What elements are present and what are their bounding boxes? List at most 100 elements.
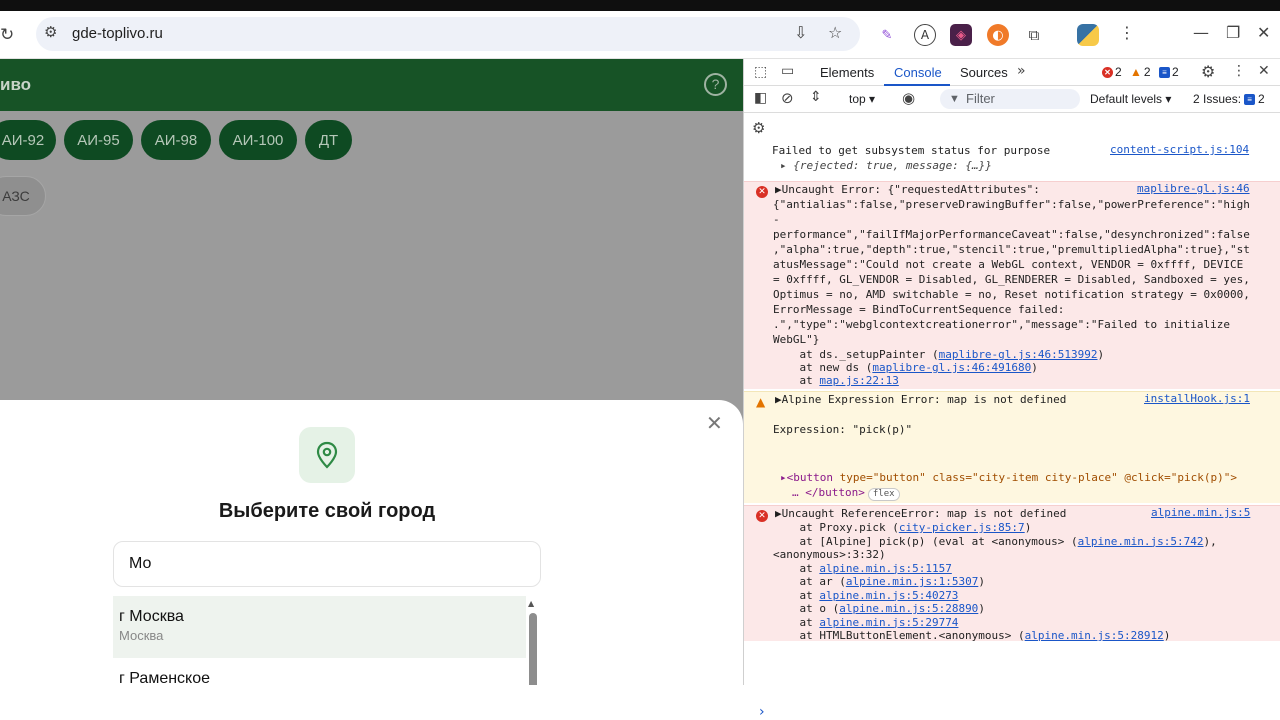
stack-frame-text: ) bbox=[978, 575, 985, 588]
close-devtools-icon[interactable]: ✕ bbox=[1258, 63, 1270, 79]
collapse-icon[interactable]: ⇕ bbox=[810, 89, 822, 105]
devtools-menu-icon[interactable]: ⋮ bbox=[1232, 63, 1246, 79]
info-counter[interactable]: ≡ 2 bbox=[1159, 65, 1179, 79]
reload-icon[interactable]: ↻ bbox=[0, 25, 14, 45]
settings-gear-icon[interactable]: ⚙ bbox=[1201, 62, 1215, 81]
minimize-icon[interactable]: — bbox=[1193, 23, 1209, 42]
warning-counter[interactable]: ▲ 2 bbox=[1130, 65, 1151, 79]
extension-icon[interactable]: ◈ bbox=[950, 24, 972, 46]
stack-frame-link[interactable]: city-picker.js:85:7 bbox=[899, 521, 1025, 534]
stack-frame-link[interactable]: alpine.min.js:5:1157 bbox=[819, 562, 951, 575]
log-levels-label: Default levels bbox=[1090, 92, 1163, 106]
element-reference[interactable]: ▸<button type="button" class="city-item … bbox=[780, 470, 1237, 485]
error-line: - bbox=[773, 213, 780, 226]
stack-frame-text: at bbox=[773, 588, 820, 602]
warning-count: 2 bbox=[1143, 65, 1151, 79]
stack-frame-text: at o ( bbox=[773, 602, 840, 615]
warning-icon: ▲ bbox=[756, 395, 766, 409]
device-toolbar-icon[interactable]: ▭ bbox=[781, 63, 794, 79]
city-item-moscow[interactable]: г Москва Москва bbox=[113, 596, 526, 658]
source-link[interactable]: installHook.js:1 bbox=[1144, 392, 1250, 405]
fuel-chip-dt[interactable]: ДТ bbox=[305, 120, 352, 160]
stack-frame-text: at HTMLButtonElement.<anonymous> ( bbox=[773, 629, 1025, 642]
inspect-element-icon[interactable]: ⬚ bbox=[754, 64, 767, 80]
live-expression-eye-icon[interactable]: ◉ bbox=[902, 89, 915, 107]
stack-frame-link[interactable]: alpine.min.js:5:742 bbox=[1078, 535, 1204, 548]
message-detail[interactable]: ▸ {rejected: true, message: {…}} bbox=[780, 158, 992, 173]
message-text[interactable]: ▶Alpine Expression Error: map is not def… bbox=[775, 392, 1066, 407]
python-icon[interactable] bbox=[1077, 24, 1099, 46]
source-link[interactable]: alpine.min.js:5 bbox=[1151, 506, 1250, 519]
help-icon[interactable]: ? bbox=[704, 73, 727, 96]
devtools-panel: ⬚ ▭ Elements Console Sources » ✕ 2 ▲ 2 ≡… bbox=[743, 59, 1280, 720]
stack-frame-text: at [Alpine] pick(p) (eval at <anonymous>… bbox=[773, 534, 1078, 548]
city-search-input[interactable]: Мо bbox=[113, 541, 541, 587]
stack-frame: at map.js:22:13 bbox=[773, 373, 898, 388]
element-close-tag: … </button> bbox=[792, 486, 865, 499]
clear-console-icon[interactable]: ⊘ bbox=[781, 89, 794, 107]
tab-sources[interactable]: Sources bbox=[960, 65, 1008, 80]
sidebar-toggle-icon[interactable]: ◧ bbox=[754, 90, 767, 106]
stack-frame-link[interactable]: alpine.min.js:5:40273 bbox=[819, 589, 958, 602]
translate-extension-icon[interactable]: A bbox=[914, 24, 936, 46]
city-picker-modal: ✕ Выберите свой город Мо г Москва Москва… bbox=[0, 400, 743, 685]
error-counter[interactable]: ✕ 2 bbox=[1102, 65, 1122, 79]
issues-button[interactable]: 2 Issues: ≡ 2 bbox=[1193, 92, 1265, 106]
stack-frame-link[interactable]: map.js:22:13 bbox=[819, 374, 898, 387]
browser-toolbar: ↻ ⚙ gde-toplivo.ru ⇩ ☆ ✎ A ◈ ◐ ⧉ ⋮ — ❐ ✕ bbox=[0, 11, 1280, 59]
bookmark-star-icon[interactable]: ☆ bbox=[828, 23, 842, 42]
address-bar[interactable]: ⚙ gde-toplivo.ru ⇩ ☆ bbox=[36, 17, 860, 51]
filter-input[interactable]: ▼ Filter bbox=[940, 89, 1080, 109]
stack-frame-link[interactable]: alpine.min.js:5:28890 bbox=[839, 602, 978, 615]
install-icon[interactable]: ⇩ bbox=[794, 23, 807, 42]
context-selector[interactable]: top ▾ bbox=[849, 92, 875, 106]
close-icon[interactable]: ✕ bbox=[706, 411, 723, 435]
fuel-chip-ai95[interactable]: АИ-95 bbox=[64, 120, 133, 160]
stack-frame-link[interactable]: alpine.min.js:1:5307 bbox=[846, 575, 978, 588]
city-item-ramenskoe[interactable]: г Раменское bbox=[113, 670, 526, 685]
log-levels-dropdown[interactable]: Default levels ▾ bbox=[1090, 92, 1171, 106]
close-window-icon[interactable]: ✕ bbox=[1257, 23, 1270, 42]
error-line: {"antialias":false,"preserveDrawingBuffe… bbox=[773, 198, 1250, 211]
scroll-up-arrow[interactable]: ▲ bbox=[528, 599, 534, 608]
stack-frame-text: at ar ( bbox=[773, 575, 846, 588]
fuel-chip-ai92[interactable]: АИ-92 bbox=[0, 120, 56, 160]
pen-extension-icon[interactable]: ✎ bbox=[876, 24, 898, 46]
stack-frame-text: <anonymous>:3:32) bbox=[773, 548, 886, 561]
source-link[interactable]: content-script.js:104 bbox=[1110, 143, 1249, 156]
issues-icon: ≡ bbox=[1244, 93, 1256, 105]
modal-title: Выберите свой город bbox=[218, 500, 436, 522]
error-line: = 0xffff, GL_VENDOR = Disabled, GL_RENDE… bbox=[773, 273, 1250, 286]
scrollbar-thumb[interactable] bbox=[529, 613, 537, 685]
error-line: .","type":"webglcontextcreationerror","m… bbox=[773, 318, 1230, 331]
error-line[interactable]: ▶Uncaught Error: {"requestedAttributes": bbox=[775, 182, 1040, 197]
restore-icon[interactable]: ❐ bbox=[1226, 23, 1240, 42]
devtools-tabbar: ⬚ ▭ Elements Console Sources » ✕ 2 ▲ 2 ≡… bbox=[744, 59, 1280, 86]
console-prompt[interactable]: › bbox=[759, 704, 765, 720]
puzzle-icon[interactable]: ⧉ bbox=[1023, 24, 1045, 46]
error-line: Optimus = no, AMD switchable = no, Reset… bbox=[773, 288, 1250, 301]
message-text[interactable]: ▶Uncaught ReferenceError: map is not def… bbox=[775, 506, 1066, 521]
flex-badge[interactable]: flex bbox=[867, 488, 900, 501]
error-icon: ✕ bbox=[756, 186, 768, 198]
expression-text: Expression: "pick(p)" bbox=[773, 423, 913, 436]
issues-count: 2 bbox=[1258, 92, 1265, 106]
top-strip bbox=[0, 0, 1280, 11]
fuel-chip-ai98[interactable]: АИ-98 bbox=[141, 120, 211, 160]
site-title: иво bbox=[0, 75, 32, 94]
tab-console[interactable]: Console bbox=[894, 65, 942, 80]
more-tabs-icon[interactable]: » bbox=[1017, 63, 1026, 79]
stack-frame-link[interactable]: alpine.min.js:5:28912 bbox=[1025, 629, 1164, 642]
url-text[interactable]: gde-toplivo.ru bbox=[72, 25, 163, 42]
city-name: г Москва bbox=[119, 608, 184, 625]
element-attrs: type="button" class="city-item city-plac… bbox=[832, 471, 1237, 484]
tab-elements[interactable]: Elements bbox=[820, 65, 874, 80]
issues-label: 2 Issues: bbox=[1193, 92, 1242, 106]
stack-frame-link[interactable]: alpine.min.js:5:29774 bbox=[819, 616, 958, 629]
fuel-chip-ai100[interactable]: АИ-100 bbox=[219, 120, 297, 160]
azs-chip[interactable]: АЗС bbox=[0, 176, 46, 216]
menu-icon[interactable]: ⋮ bbox=[1119, 23, 1135, 42]
source-link[interactable]: maplibre-gl.js:46 bbox=[1137, 182, 1250, 195]
tune-icon[interactable]: ⚙ bbox=[44, 23, 57, 41]
extension-orange-icon[interactable]: ◐ bbox=[987, 24, 1009, 46]
